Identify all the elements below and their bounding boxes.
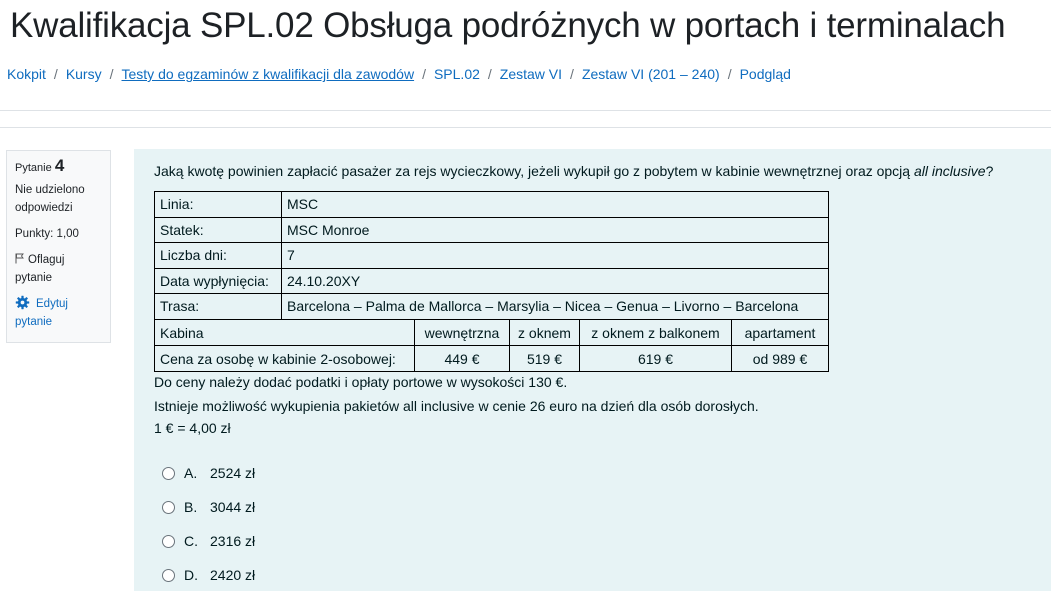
table-cell: Barcelona – Palma de Mallorca – Marsylia… xyxy=(281,293,829,320)
question-formulation: Jaką kwotę powinien zapłacić pasażer za … xyxy=(134,149,1051,591)
question-number-label: Pytanie xyxy=(15,162,52,174)
note-taxes: Do ceny należy dodać podatki i opłaty po… xyxy=(154,374,568,390)
table-cell: Data wypłynięcia: xyxy=(154,267,282,294)
breadcrumb-separator: / xyxy=(487,66,492,82)
breadcrumb-separator: / xyxy=(422,66,426,82)
breadcrumb-course[interactable]: Testy do egzaminów z kwalifikacji dla za… xyxy=(122,66,415,82)
answer-text: 3044 zł xyxy=(210,499,256,515)
breadcrumb-zestaw-vi[interactable]: Zestaw VI xyxy=(500,66,562,82)
table-row: Linia: MSC xyxy=(154,191,829,218)
question-info-panel: Pytanie 4 Nie udzielono odpowiedzi Punkt… xyxy=(6,150,111,343)
table-header-row: Kabina wewnętrzna z oknem z oknem z balk… xyxy=(154,319,829,346)
table-cell: 449 € xyxy=(414,345,510,372)
table-cell: 619 € xyxy=(579,345,732,372)
answer-radio[interactable] xyxy=(162,568,175,582)
breadcrumb-podglad[interactable]: Podgląd xyxy=(740,66,791,82)
content-divider xyxy=(0,127,1051,128)
breadcrumb-separator: / xyxy=(570,66,574,82)
cruise-details-table: Linia: MSC Statek: MSC Monroe Liczba dni… xyxy=(154,191,829,320)
breadcrumb-zestaw-vi-range[interactable]: Zestaw VI (201 – 240) xyxy=(582,66,720,82)
breadcrumb-separator: / xyxy=(53,66,58,82)
table-cell: Liczba dni: xyxy=(154,242,282,269)
edit-question-link[interactable]: Edytuj pytanie xyxy=(15,295,102,331)
answer-radio[interactable] xyxy=(162,500,175,514)
table-cell: 7 xyxy=(281,242,829,269)
answer-option-d[interactable]: D. 2420 zł xyxy=(162,567,255,583)
table-cell: od 989 € xyxy=(731,345,829,372)
breadcrumb: Kokpit / Kursy / Testy do egzaminów z kw… xyxy=(7,66,791,82)
table-row: Statek: MSC Monroe xyxy=(154,216,829,243)
answer-letter: A. xyxy=(184,465,198,481)
table-row: Trasa: Barcelona – Palma de Mallorca – M… xyxy=(154,293,829,320)
question-text: Jaką kwotę powinien zapłacić pasażer za … xyxy=(154,163,994,179)
table-cell: MSC xyxy=(281,191,829,218)
breadcrumb-separator: / xyxy=(727,66,732,82)
answer-option-a[interactable]: A. 2524 zł xyxy=(162,465,255,481)
table-header-cell: Kabina xyxy=(154,319,415,346)
table-cell: MSC Monroe xyxy=(281,216,829,243)
table-cell: Trasa: xyxy=(154,293,282,320)
table-cell: Cena za osobę w kabinie 2-osobowej: xyxy=(154,345,415,372)
breadcrumb-spl02[interactable]: SPL.02 xyxy=(434,66,480,82)
breadcrumb-separator: / xyxy=(109,66,114,82)
table-cell: Statek: xyxy=(154,216,282,243)
table-cell: Linia: xyxy=(154,191,282,218)
answer-letter: D. xyxy=(184,567,198,583)
answer-text: 2316 zł xyxy=(210,533,256,549)
table-header-cell: z oknem xyxy=(509,319,580,346)
gear-icon xyxy=(15,295,30,310)
table-header-cell: apartament xyxy=(731,319,829,346)
answer-option-c[interactable]: C. 2316 zł xyxy=(162,533,255,549)
breadcrumb-kursy[interactable]: Kursy xyxy=(66,66,102,82)
breadcrumb-kokpit[interactable]: Kokpit xyxy=(7,66,46,82)
flag-icon xyxy=(15,253,24,264)
note-all-inclusive: Istnieje możliwość wykupienia pakietów a… xyxy=(154,398,759,414)
flag-question-button[interactable]: Oflaguj pytanie xyxy=(15,251,102,287)
answer-radio[interactable] xyxy=(162,466,175,480)
table-row: Liczba dni: 7 xyxy=(154,242,829,269)
table-row: Data wypłynięcia: 24.10.20XY xyxy=(154,267,829,294)
table-header-cell: z oknem z balkonem xyxy=(579,319,732,346)
question-grade: Punkty: 1,00 xyxy=(15,228,79,240)
note-exchange-rate: 1 € = 4,00 zł xyxy=(154,420,231,436)
answer-radio[interactable] xyxy=(162,534,175,548)
question-text-emphasis: all inclusive xyxy=(913,163,986,179)
header-divider xyxy=(0,110,1051,111)
cabin-prices-table: Kabina wewnętrzna z oknem z oknem z balk… xyxy=(154,319,829,372)
answer-letter: C. xyxy=(184,533,198,549)
answer-letter: B. xyxy=(184,499,198,515)
table-cell: 519 € xyxy=(509,345,580,372)
answer-text: 2524 zł xyxy=(210,465,256,481)
table-row: Cena za osobę w kabinie 2-osobowej: 449 … xyxy=(154,345,829,372)
question-number: 4 xyxy=(54,156,65,175)
table-header-cell: wewnętrzna xyxy=(414,319,510,346)
page-title: Kwalifikacja SPL.02 Obsługa podróżnych w… xyxy=(10,6,1006,45)
table-cell: 24.10.20XY xyxy=(281,267,829,294)
answer-option-b[interactable]: B. 3044 zł xyxy=(162,499,255,515)
answer-text: 2420 zł xyxy=(210,567,256,583)
question-state: Nie udzielono odpowiedzi xyxy=(15,184,85,214)
